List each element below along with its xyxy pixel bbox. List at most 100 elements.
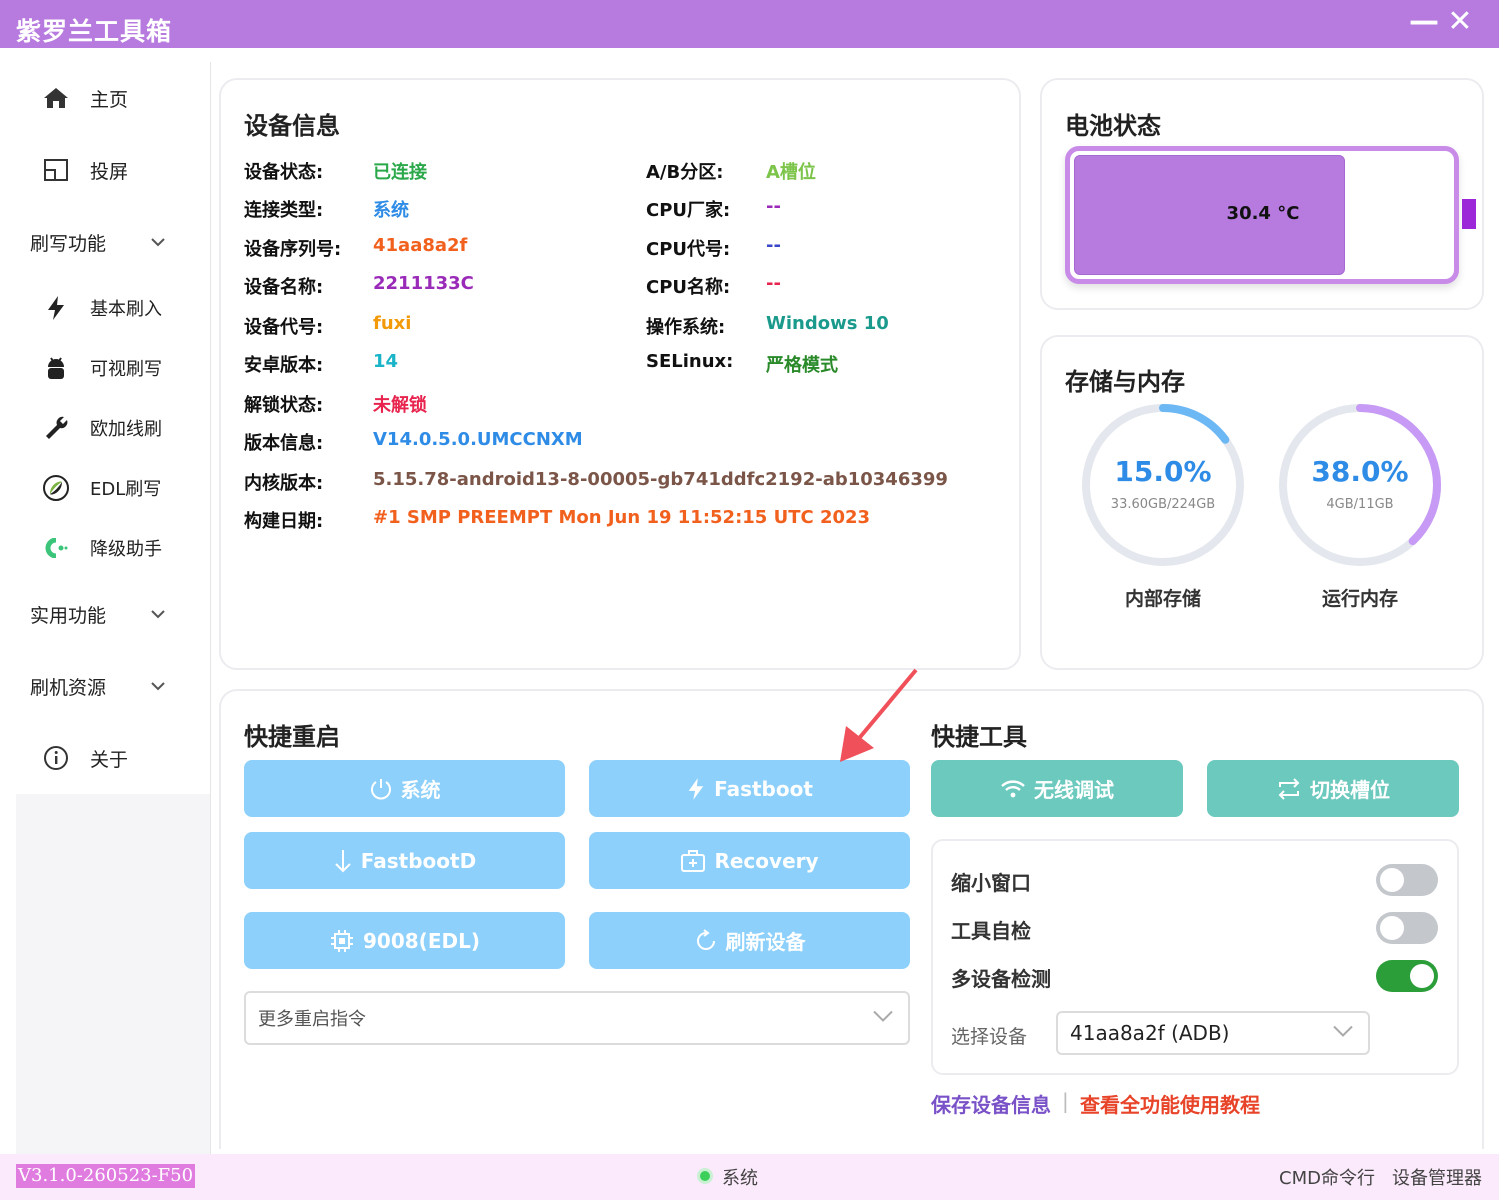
downgrade-icon <box>36 538 76 558</box>
chevron-down-icon <box>1332 1024 1354 1043</box>
connection-status-dot <box>700 1171 710 1181</box>
info-value: fuxi <box>373 313 412 334</box>
sidebar-item-about[interactable]: 关于 <box>16 736 210 780</box>
sidebar-item-label: 降级助手 <box>90 539 162 560</box>
info-key: 连接类型: <box>244 200 324 221</box>
lightning-icon <box>36 295 76 321</box>
sidebar-item-edl-flash[interactable]: EDL刷写 <box>16 466 210 510</box>
chevron-down-icon <box>148 676 168 700</box>
select-device-label: 选择设备 <box>951 1026 1028 1048</box>
info-value: 14 <box>373 351 399 372</box>
info-value: 2211133C <box>373 273 474 294</box>
refresh-device-button[interactable]: 刷新设备 <box>589 912 910 969</box>
connection-mode: 系统 <box>722 1168 758 1189</box>
version-badge: V3.1.0-260523-F50 <box>16 1164 196 1188</box>
sidebar-group-flash[interactable]: 刷写功能 <box>16 220 210 264</box>
button-label: Fastboot <box>714 776 813 801</box>
app-title: 紫罗兰工具箱 <box>16 17 173 46</box>
cmd-link[interactable]: CMD命令行 <box>1279 1164 1375 1190</box>
sidebar-item-cast[interactable]: 投屏 <box>16 148 210 192</box>
wireless-debug-button[interactable]: 无线调试 <box>931 760 1183 817</box>
sidebar-item-downgrade[interactable]: 降级助手 <box>16 526 210 570</box>
reboot-system-button[interactable]: 系统 <box>244 760 565 817</box>
sidebar-item-label: 投屏 <box>90 160 129 183</box>
battery-title: 电池状态 <box>1065 112 1161 140</box>
chevron-down-icon <box>872 1009 894 1028</box>
sidebar-group-label: 实用功能 <box>30 604 107 627</box>
device-manager-link[interactable]: 设备管理器 <box>1392 1164 1482 1190</box>
device-info-title: 设备信息 <box>244 112 340 140</box>
info-key: SELinux: <box>646 351 734 372</box>
battery-cap <box>1462 199 1476 229</box>
internal-storage-percent: 15.0% <box>1114 455 1212 488</box>
device-select[interactable]: 41aa8a2f (ADB) <box>1056 1011 1370 1055</box>
device-info-card <box>219 78 1021 670</box>
sidebar-item-label: 主页 <box>90 88 129 111</box>
storage-title: 存储与内存 <box>1065 368 1185 396</box>
sidebar-item-label: 欧加线刷 <box>90 419 162 440</box>
sidebar-group-utility[interactable]: 实用功能 <box>16 592 210 636</box>
shrink-window-toggle[interactable] <box>1376 864 1438 896</box>
switch-slot-button[interactable]: 切换槽位 <box>1207 760 1459 817</box>
more-reboot-select[interactable]: 更多重启指令 <box>244 991 910 1045</box>
arrow-down-icon <box>333 848 353 874</box>
cast-icon <box>36 158 76 182</box>
internal-storage-label: 内部存储 <box>1124 588 1201 610</box>
info-value: Windows 10 <box>766 313 889 334</box>
quick-tools-title: 快捷工具 <box>931 723 1027 751</box>
button-label: 无线调试 <box>1034 778 1114 802</box>
info-key: 设备状态: <box>244 162 324 183</box>
self-check-toggle[interactable] <box>1376 912 1438 944</box>
toggle-knob <box>1410 964 1434 988</box>
info-icon <box>36 745 76 771</box>
info-key: CPU厂家: <box>646 200 731 221</box>
info-value: 已连接 <box>373 162 427 183</box>
reboot-fastbootd-button[interactable]: FastbootD <box>244 832 565 889</box>
wrench-icon <box>36 415 76 441</box>
save-device-info-link[interactable]: 保存设备信息 <box>931 1089 1051 1118</box>
info-key: 版本信息: <box>244 433 324 454</box>
lightning-icon <box>686 776 706 802</box>
toggle-knob <box>1380 916 1404 940</box>
button-label: 刷新设备 <box>725 930 806 954</box>
sidebar-item-label: EDL刷写 <box>90 479 162 500</box>
info-value: #1 SMP PREEMPT Mon Jun 19 11:52:15 UTC 2… <box>373 507 871 528</box>
sidebar-item-basic-flash[interactable]: 基本刷入 <box>16 286 210 330</box>
sidebar-footer-area <box>16 794 210 1154</box>
info-value: 41aa8a2f <box>373 235 468 256</box>
info-key: 构建日期: <box>244 511 324 532</box>
sidebar-group-resources[interactable]: 刷机资源 <box>16 664 210 708</box>
info-key: 设备序列号: <box>244 239 342 260</box>
internal-storage-detail: 33.60GB/224GB <box>1110 497 1216 512</box>
info-key: CPU名称: <box>646 277 731 298</box>
close-button[interactable]: ✕ <box>1444 6 1476 38</box>
ram-detail: 4GB/11GB <box>1326 497 1394 512</box>
refresh-icon <box>694 928 718 953</box>
tutorial-link[interactable]: 查看全功能使用教程 <box>1080 1089 1260 1118</box>
sidebar-item-visual-flash[interactable]: 可视刷写 <box>16 346 210 390</box>
medkit-icon <box>680 849 706 873</box>
info-key: 设备名称: <box>244 277 324 298</box>
reboot-fastboot-button[interactable]: Fastboot <box>589 760 910 817</box>
more-reboot-placeholder: 更多重启指令 <box>258 1009 366 1030</box>
info-key: 安卓版本: <box>244 355 324 376</box>
home-icon <box>36 86 76 110</box>
sidebar-item-oplus-flash[interactable]: 欧加线刷 <box>16 406 210 450</box>
info-key: CPU代号: <box>646 239 731 260</box>
minimize-button[interactable]: — <box>1408 6 1440 38</box>
sidebar: 主页 投屏 刷写功能 基本刷入 可视刷写 欧加线刷 EDL刷写 降级助手 实用功… <box>16 62 210 794</box>
multi-device-label: 多设备检测 <box>951 967 1051 991</box>
self-check-label: 工具自检 <box>951 919 1031 943</box>
info-value: -- <box>766 235 781 256</box>
info-key: A/B分区: <box>646 162 724 183</box>
link-separator: | <box>1062 1089 1069 1113</box>
quick-reboot-title: 快捷重启 <box>244 723 340 751</box>
battery-temperature: 30.4 °C <box>1226 203 1300 224</box>
sidebar-item-label: 可视刷写 <box>90 359 162 380</box>
reboot-edl-button[interactable]: 9008(EDL) <box>244 912 565 969</box>
sidebar-group-label: 刷写功能 <box>30 232 107 255</box>
ram-percent: 38.0% <box>1311 455 1409 488</box>
sidebar-item-home[interactable]: 主页 <box>16 76 210 120</box>
reboot-recovery-button[interactable]: Recovery <box>589 832 910 889</box>
multi-device-toggle[interactable] <box>1376 960 1438 992</box>
